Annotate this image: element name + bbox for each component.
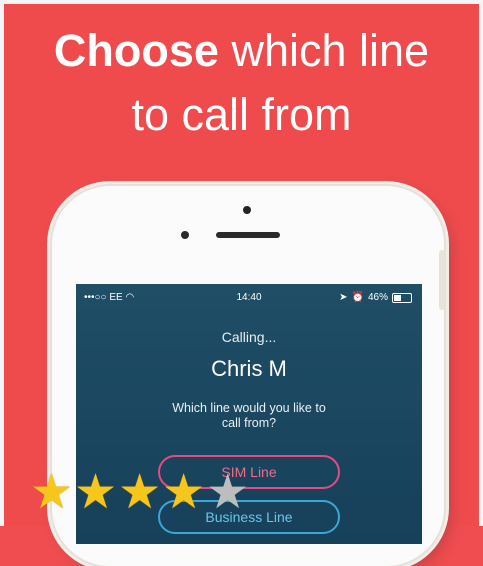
earpiece-speaker [216, 232, 280, 238]
headline-line-1: Choose which line [0, 22, 483, 80]
location-arrow-icon: ➤ [339, 292, 348, 303]
headline-rest: which line [231, 25, 430, 76]
top-border [0, 0, 483, 4]
front-camera-icon [243, 206, 251, 214]
phone-side-button [439, 250, 445, 310]
rating-stars: ★ ★ ★ ★ ★ [30, 466, 250, 519]
star-icon: ★ [206, 466, 250, 519]
call-status: Calling... [221, 329, 277, 345]
proximity-sensor-icon [181, 231, 189, 239]
headline-line-2: to call from [131, 89, 352, 140]
star-icon: ★ [118, 466, 162, 519]
star-icon: ★ [162, 466, 206, 519]
star-icon: ★ [74, 466, 118, 519]
line-prompt: Which line would you like to call from? [76, 401, 422, 431]
battery-percent: 46% [367, 292, 388, 303]
star-icon: ★ [30, 466, 74, 519]
contact-name: Chris M [211, 356, 287, 381]
line-prompt-1: Which line would you like to [172, 401, 326, 415]
line-prompt-2: call from? [221, 416, 277, 430]
status-bar: •••○○ EE ◠ 14:40 ➤ ⏰ 46% [76, 292, 422, 308]
alarm-icon: ⏰ [351, 292, 364, 303]
battery-icon [392, 292, 412, 303]
headline-bold-word: Choose [53, 25, 219, 76]
